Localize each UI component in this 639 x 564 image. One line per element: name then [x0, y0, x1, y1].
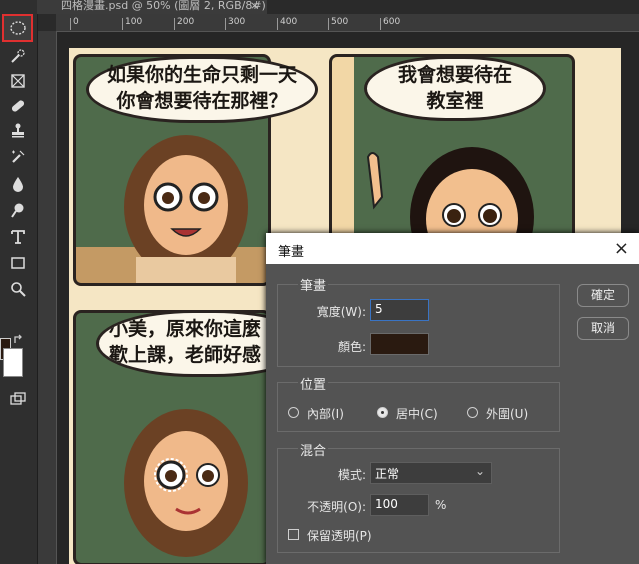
bubble-line: 你會想要待在那裡？: [116, 90, 288, 112]
position-group-title: 位置: [298, 374, 329, 393]
center-radio[interactable]: [377, 407, 388, 418]
document-tab[interactable]: 四格漫畫.psd @ 50% (圖層 2, RGB/8#) *: [37, 0, 267, 14]
close-icon[interactable]: ×: [614, 238, 629, 259]
healing-brush-tool[interactable]: [5, 94, 31, 118]
ruler-tick-label: 300: [225, 18, 245, 30]
bubble-line: 如果你的生命只剩一天: [106, 64, 297, 86]
screen-mode-tool[interactable]: [5, 387, 31, 411]
ruler-tick-label: 400: [277, 18, 297, 30]
frame-icon: [11, 74, 25, 88]
speech-bubble-2: 我會想要待在 教室裡: [364, 56, 546, 121]
history-brush-icon: [12, 150, 25, 163]
bandage-icon: [11, 100, 25, 112]
ruler-tick-label: 100: [122, 18, 142, 30]
ruler-tick-label: 500: [328, 18, 348, 30]
blend-group-title: 混合: [298, 440, 329, 459]
quick-selection-tool[interactable]: [5, 44, 31, 68]
cancel-button[interactable]: 取消: [577, 317, 629, 340]
preserve-transparency-checkbox[interactable]: [288, 529, 299, 540]
blend-mode-select[interactable]: 正常 ⌄: [370, 462, 492, 484]
inside-radio[interactable]: [288, 407, 299, 418]
dialog-title: 筆畫: [278, 245, 305, 260]
ellipse-marquee-icon: [9, 21, 26, 35]
bubble-line: 教室裡: [426, 90, 484, 112]
elliptical-marquee-tool[interactable]: [2, 14, 33, 42]
rectangle-tool[interactable]: [5, 251, 31, 275]
ruler-tick-label: 0: [70, 18, 79, 30]
blur-tool[interactable]: [5, 172, 31, 196]
bubble-line: 我會想要待在: [397, 64, 512, 86]
rectangle-icon: [11, 257, 25, 269]
blend-mode-value: 正常: [375, 467, 400, 481]
dodge-tool[interactable]: [5, 199, 31, 223]
quick-selection-icon: [11, 49, 25, 63]
frame-tool[interactable]: [5, 69, 31, 93]
chevron-down-icon: ⌄: [474, 464, 485, 478]
mode-label: 模式:: [337, 468, 366, 482]
center-label[interactable]: 居中(C): [396, 405, 438, 422]
drop-icon: [13, 177, 23, 192]
ruler-tick-label: 200: [174, 18, 194, 30]
width-input[interactable]: 5: [370, 299, 429, 321]
dialog-titlebar[interactable]: 筆畫 ×: [266, 233, 639, 264]
outside-label[interactable]: 外圍(U): [486, 405, 528, 422]
document-tab-title: 四格漫畫.psd @ 50% (圖層 2, RGB/8#) *: [61, 0, 267, 12]
outside-radio[interactable]: [467, 407, 478, 418]
preserve-transparency-label[interactable]: 保留透明(P): [307, 527, 372, 544]
zoom-icon: [11, 282, 26, 297]
close-tab-icon[interactable]: ×: [250, 0, 262, 12]
dodge-icon: [11, 203, 24, 218]
stroke-group-title: 筆畫: [298, 275, 329, 294]
opacity-label: 不透明(O):: [307, 500, 366, 514]
tools-panel: [0, 0, 38, 564]
type-icon: [11, 230, 25, 244]
opacity-unit: %: [435, 498, 447, 512]
speech-bubble-1: 如果你的生命只剩一天 你會想要待在那裡？: [86, 56, 318, 123]
stroke-dialog: 筆畫 × 筆畫 寬度(W): 5 顏色: 位置 內部(I) 居中(C) 外圍(U…: [266, 233, 639, 564]
swap-colors-icon[interactable]: [12, 333, 26, 347]
ok-button[interactable]: 確定: [577, 284, 629, 307]
type-tool[interactable]: [5, 225, 31, 249]
opacity-input[interactable]: 100: [370, 494, 429, 516]
color-label: 顏色:: [337, 340, 366, 354]
history-brush-tool[interactable]: [5, 145, 31, 169]
inside-label[interactable]: 內部(I): [307, 405, 344, 422]
ruler-tick-label: 600: [380, 18, 400, 30]
stroke-color-swatch[interactable]: [370, 333, 429, 355]
zoom-tool[interactable]: [5, 277, 31, 301]
screen-mode-icon: [10, 392, 26, 405]
horizontal-ruler: 0 100 200 300 400 500 600: [56, 14, 639, 32]
background-color-swatch[interactable]: [3, 348, 23, 377]
clone-stamp-tool[interactable]: [5, 119, 31, 143]
width-label: 寬度(W):: [316, 305, 366, 319]
vertical-ruler: [38, 31, 57, 564]
stamp-icon: [12, 123, 24, 138]
